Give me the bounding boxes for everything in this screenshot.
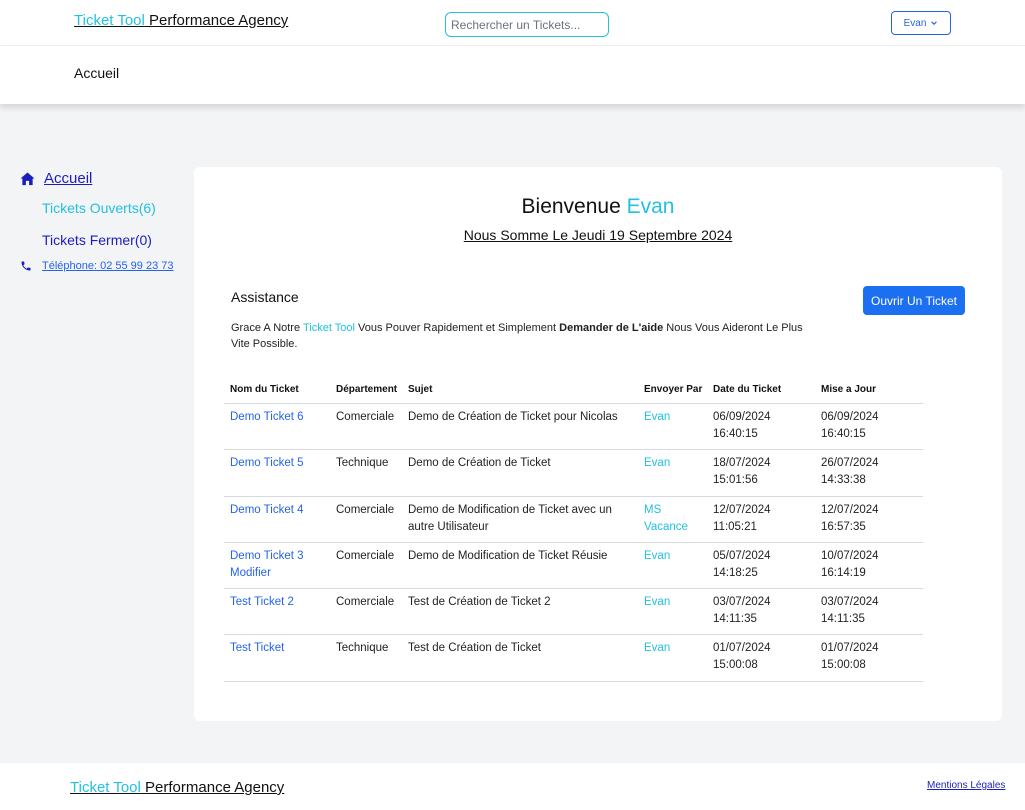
home-icon [20,171,35,185]
ticket-subject: Test de Création de Ticket [408,642,541,655]
ticket-sender: Evan [644,596,671,609]
chevron-down-icon [931,21,938,26]
table-row: Demo Ticket 5 Technique Demo de Création… [224,450,923,497]
ticket-created: 05/07/2024 14:18:25 [713,549,771,579]
table-row: Demo Ticket 3 Modifier Comerciale Demo d… [224,543,923,590]
ticket-link[interactable]: Demo Ticket 4 [230,502,330,519]
ticket-department: Comerciale [336,549,395,562]
column-header-subject: Sujet [408,384,433,395]
sidebar-item-closed-tickets[interactable]: Tickets Fermer(0) [42,232,152,248]
footer: Ticket Tool Performance Agency Mentions … [0,763,1025,810]
ticket-updated: 26/07/2024 14:33:38 [821,457,879,487]
welcome-heading: Bienvenue Evan [194,195,1002,219]
ticket-sender: Evan [644,642,671,655]
ticket-link[interactable]: Test Ticket [230,640,330,657]
page-header: Accueil [0,46,1025,104]
column-header-updated: Mise a Jour [821,384,877,395]
column-header-name: Nom du Ticket [230,384,299,395]
footer-brand-accent: Ticket Tool [70,779,141,796]
user-menu-button[interactable]: Evan [891,11,951,35]
phone-icon [21,261,31,271]
welcome-prefix: Bienvenue [521,195,627,218]
table-row: Demo Ticket 4 Comerciale Demo de Modific… [224,497,923,543]
ticket-subject: Demo de Création de Ticket pour Nicolas [408,411,618,423]
brand-rest: Performance Agency [144,12,289,29]
ticket-sender: Evan [644,549,671,562]
footer-brand-link[interactable]: Ticket Tool Performance Agency [70,779,284,796]
assistance-text: Grace A Notre Ticket Tool Vous Pouver Ra… [231,320,821,352]
ticket-updated: 06/09/2024 16:40:15 [821,411,879,440]
ticket-department: Comerciale [336,411,395,423]
column-header-sender: Envoyer Par [644,384,703,395]
sidebar-item-open-tickets[interactable]: Tickets Ouverts(6) [42,200,156,216]
ticket-created: 06/09/2024 16:40:15 [713,411,771,440]
ticket-department: Technique [336,457,389,470]
assist-text-bold: Demander de L'aide [559,322,664,334]
search-input[interactable] [445,12,609,37]
date-line: Nous Somme Le Jeudi 19 Septembre 2024 [463,227,733,243]
welcome-name: Evan [626,195,675,218]
tickets-table: Nom du Ticket Département Sujet Envoyer … [224,367,923,682]
ticket-updated: 12/07/2024 16:57:35 [821,503,879,533]
ticket-created: 03/07/2024 14:11:35 [713,596,771,626]
column-header-created: Date du Ticket [713,384,782,395]
phone-link-label: Téléphone: 02 55 99 23 73 [42,260,174,272]
ticket-department: Comerciale [336,503,395,516]
ticket-subject: Demo de Modification de Ticket avec un a… [408,503,612,533]
ticket-link[interactable]: Demo Ticket 3 Modifier [230,548,330,582]
ticket-created: 12/07/2024 11:05:21 [713,503,771,533]
brand-link[interactable]: Ticket Tool Performance Agency [74,12,288,29]
top-bar: Ticket Tool Performance Agency Evan [0,0,1025,46]
ticket-sender: Evan [644,457,671,470]
open-ticket-button[interactable]: Ouvrir Un Ticket [863,286,965,315]
table-header: Nom du Ticket Département Sujet Envoyer … [224,367,923,404]
ticket-created: 01/07/2024 15:00:08 [713,642,771,672]
column-header-department: Département [336,384,398,395]
sidebar-item-home-label: Accueil [44,170,93,187]
footer-brand-rest: Performance Agency [140,779,285,796]
main-card: Bienvenue Evan Nous Somme Le Jeudi 19 Se… [194,167,1002,721]
sidebar-item-home[interactable]: Accueil [20,170,92,187]
ticket-subject: Demo de Modification de Ticket Réusie [408,549,608,562]
ticket-subject: Test de Création de Ticket 2 [408,596,551,609]
ticket-department: Comerciale [336,596,395,609]
ticket-link[interactable]: Test Ticket 2 [230,594,330,611]
assist-text-part: Grace A Notre [231,322,303,334]
assist-text-part: Vous Pouver Rapidement et Simplement [354,322,560,334]
user-menu-label: Evan [903,17,927,29]
table-row: Test Ticket 2 Comerciale Test de Créatio… [224,589,923,636]
ticket-sender: MS Vacance [644,503,688,533]
ticket-created: 18/07/2024 15:01:56 [713,457,771,487]
legal-link[interactable]: Mentions Légales [927,780,1005,791]
table-row: Demo Ticket 6 Comerciale Demo de Créatio… [224,404,923,451]
ticket-updated: 10/07/2024 16:14:19 [821,549,879,579]
ticket-sender: Evan [644,411,671,423]
ticket-updated: 03/07/2024 14:11:35 [821,596,879,626]
ticket-department: Technique [336,642,389,655]
assist-text-accent: Ticket Tool [302,322,355,334]
ticket-link[interactable]: Demo Ticket 5 [230,455,330,472]
sidebar-item-phone[interactable]: Téléphone: 02 55 99 23 73 [20,260,174,272]
assistance-title: Assistance [231,289,299,305]
table-row: Test Ticket Technique Test de Création d… [224,635,923,682]
ticket-link[interactable]: Demo Ticket 6 [230,409,330,426]
ticket-subject: Demo de Création de Ticket [408,457,551,470]
ticket-updated: 01/07/2024 15:00:08 [821,642,879,672]
brand-accent: Ticket Tool [74,12,145,29]
page-title: Accueil [74,65,120,81]
